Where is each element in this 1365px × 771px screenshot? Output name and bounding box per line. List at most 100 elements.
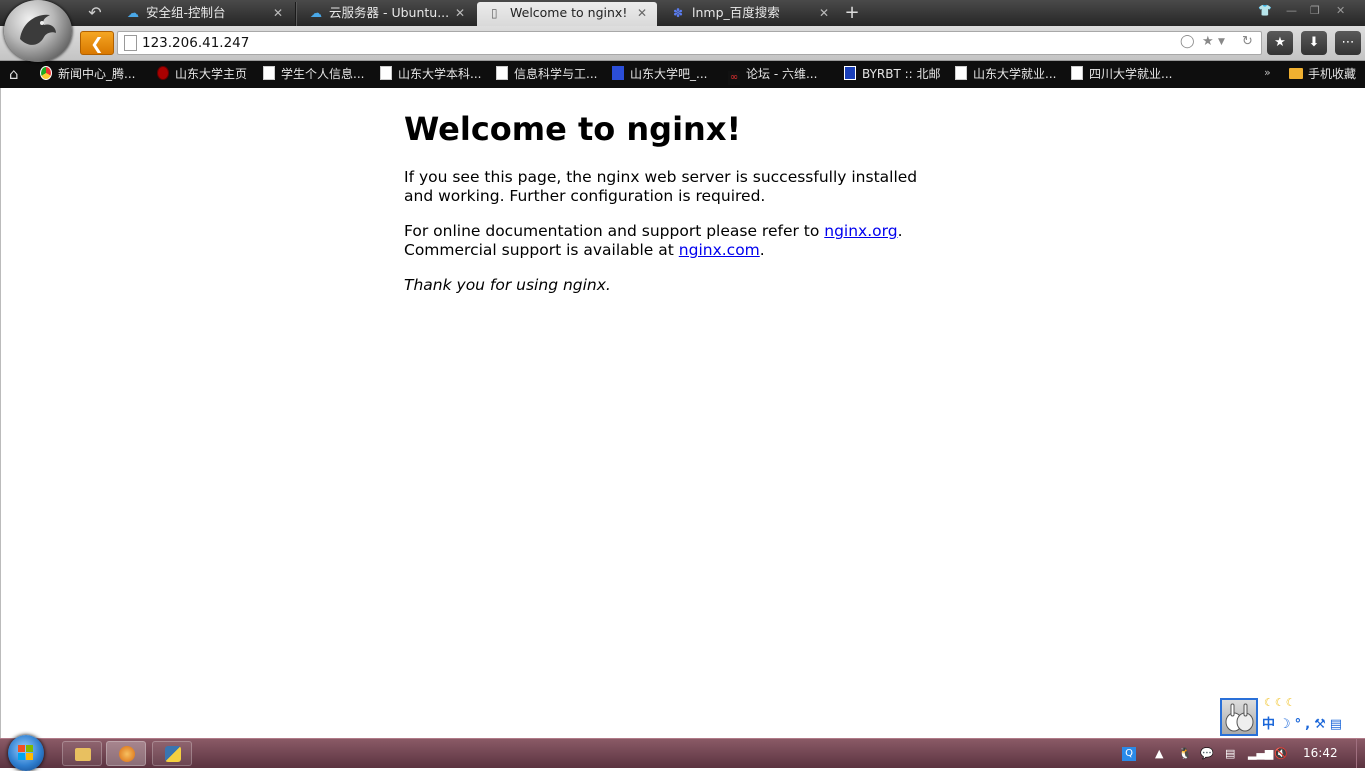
tab-label: Welcome to nginx! <box>510 5 628 20</box>
bookmark-label: 论坛 - 六维... <box>746 67 818 81</box>
network-icon[interactable]: ▂▄▆ <box>1248 739 1273 768</box>
wechat-tray-icon[interactable]: 💬 <box>1200 739 1214 768</box>
bookmark-label: 新闻中心_腾... <box>58 67 136 81</box>
maximize-button[interactable]: ❐ <box>1310 2 1320 20</box>
tab-label: 云服务器 - Ubuntu... <box>329 5 450 20</box>
page-icon: ▯ <box>491 6 498 20</box>
tab-strip: ↶ ☁ 安全组-控制台 ✕ ☁ 云服务器 - Ubuntu... ✕ ▯ Welcom… <box>0 0 1365 26</box>
refresh-icon[interactable]: ↻ <box>1242 34 1253 49</box>
bookmark-item[interactable]: 四川大学就业... <box>1071 61 1172 88</box>
ime-moon-icons: ☾☾☾ <box>1264 696 1297 709</box>
page-icon <box>263 66 275 80</box>
python-icon <box>165 746 181 762</box>
windows-logo-icon <box>18 745 34 761</box>
ime-toolbar[interactable]: ☾☾☾ 中☽°,⚒▤ <box>1220 696 1365 738</box>
baidu-paw-icon: ✽ <box>673 6 684 20</box>
more-bookmarks-icon[interactable]: » <box>1264 59 1271 86</box>
bookmark-item[interactable]: 山东大学吧_... <box>612 61 707 88</box>
qq-tray-icon[interactable]: 🐧 <box>1178 739 1192 768</box>
cheetah-icon <box>20 14 56 45</box>
nginx-com-link[interactable]: nginx.com <box>679 241 760 259</box>
ime-avatar[interactable] <box>1220 698 1258 736</box>
bookmark-label: 学生个人信息... <box>281 67 365 81</box>
browser-logo[interactable] <box>4 0 72 62</box>
address-bar[interactable]: ◯ ★ ▼ ↻ <box>117 31 1262 55</box>
qq-browser-tray-icon[interactable]: Q <box>1122 739 1136 768</box>
six-dimension-icon: ∞ <box>728 71 740 85</box>
clipboard-tray-icon[interactable]: ▤ <box>1225 739 1235 768</box>
ime-mode-bar[interactable]: 中☽°,⚒▤ <box>1262 716 1365 734</box>
minimize-button[interactable]: — <box>1286 2 1297 20</box>
page-viewport: Welcome to nginx! If you see this page, … <box>0 88 1365 738</box>
show-hidden-icons[interactable]: ▲ <box>1155 739 1163 768</box>
install-message: If you see this page, the nginx web serv… <box>404 168 918 205</box>
menu-button[interactable]: ⋯ <box>1335 31 1361 55</box>
bookmark-label: 四川大学就业... <box>1089 67 1173 81</box>
page-icon <box>955 66 967 80</box>
back-button[interactable]: ❮ <box>80 31 114 55</box>
home-icon[interactable]: ⌂ <box>9 61 19 88</box>
bookmark-label: 山东大学就业... <box>973 67 1057 81</box>
tab-label: 安全组-控制台 <box>146 5 226 20</box>
tab-security-group[interactable]: ☁ 安全组-控制台 ✕ <box>113 2 293 26</box>
favorites-button[interactable]: ★ <box>1267 31 1293 55</box>
url-input[interactable] <box>142 34 1142 52</box>
nginx-org-link[interactable]: nginx.org <box>824 222 897 240</box>
university-seal-icon <box>157 66 169 80</box>
taskbar-explorer[interactable] <box>62 741 102 766</box>
page-icon <box>1071 66 1083 80</box>
bookmark-item[interactable]: ∞ 论坛 - 六维... <box>728 61 817 88</box>
close-icon[interactable]: ✕ <box>637 2 647 24</box>
bookmark-item[interactable]: 山东大学主页 <box>157 61 247 88</box>
rabbit-icon <box>1225 703 1254 732</box>
bookmark-label: 信息科学与工... <box>514 67 598 81</box>
bookmark-label: 山东大学主页 <box>175 67 248 81</box>
page-heading: Welcome to nginx! <box>404 110 742 148</box>
show-desktop-button[interactable] <box>1356 739 1365 768</box>
bookmark-item[interactable]: 新闻中心_腾... <box>40 61 135 88</box>
tab-cloud-server[interactable]: ☁ 云服务器 - Ubuntu... ✕ <box>295 2 475 26</box>
undo-close-tab-button[interactable]: ↶ <box>82 2 108 24</box>
bookmark-item[interactable]: 学生个人信息... <box>263 61 364 88</box>
bookmarks-bar: ⌂ 新闻中心_腾... 山东大学主页 学生个人信息... 山东大学本科... 信… <box>0 61 1365 88</box>
new-tab-button[interactable]: + <box>842 2 862 24</box>
bookmark-item[interactable]: 信息科学与工... <box>496 61 597 88</box>
close-window-button[interactable]: ✕ <box>1336 2 1345 20</box>
skin-icon[interactable]: 👕 <box>1258 2 1272 20</box>
close-icon[interactable]: ✕ <box>273 2 283 24</box>
thanks-message: Thank you for using nginx. <box>404 276 611 294</box>
bookmark-item[interactable]: 山东大学就业... <box>955 61 1056 88</box>
clock[interactable]: 16:42 <box>1303 739 1338 768</box>
ime-chinese-mode[interactable]: 中 <box>1262 717 1279 732</box>
start-button[interactable] <box>8 735 44 771</box>
address-toolbar: ❮ ◯ ★ ▼ ↻ ★ ⬇ ⋯ <box>0 26 1365 61</box>
folder-label: 手机收藏 <box>1308 67 1357 81</box>
download-button[interactable]: ⬇ <box>1301 31 1327 55</box>
bookmark-item[interactable]: 山东大学本科... <box>380 61 481 88</box>
folder-icon <box>1289 68 1303 79</box>
close-icon[interactable]: ✕ <box>455 2 465 24</box>
windows-taskbar: Q ▲ 🐧 💬 ▤ ▂▄▆ 🔇 16:42 <box>0 735 1365 771</box>
bookmark-label: 山东大学吧_... <box>630 67 708 81</box>
page-icon <box>496 66 508 80</box>
cloud-icon: ☁ <box>127 6 139 20</box>
tab-welcome-nginx[interactable]: ▯ Welcome to nginx! ✕ <box>477 2 657 26</box>
bookmark-label: BYRBT :: 北邮 <box>862 67 941 81</box>
taskbar-browser[interactable] <box>106 741 146 766</box>
favorite-star-icon[interactable]: ★ <box>1202 34 1214 49</box>
tab-label: lnmp_百度搜索 <box>692 5 780 20</box>
chrome-icon <box>40 66 52 80</box>
folder-icon <box>75 748 91 761</box>
chevron-down-icon[interactable]: ▼ <box>1218 37 1225 47</box>
page-icon <box>124 35 137 51</box>
volume-muted-icon[interactable]: 🔇 <box>1274 739 1288 768</box>
security-icon[interactable]: ◯ <box>1180 34 1195 49</box>
mobile-favorites-folder[interactable]: 手机收藏 <box>1289 61 1356 88</box>
nginx-welcome: Welcome to nginx! If you see this page, … <box>404 98 924 311</box>
page-icon <box>380 66 392 80</box>
cheetah-browser-icon <box>119 746 135 762</box>
close-icon[interactable]: ✕ <box>819 2 829 24</box>
bookmark-item[interactable]: BYRBT :: 北邮 <box>844 61 941 88</box>
taskbar-python[interactable] <box>152 741 192 766</box>
tab-lnmp-baidu[interactable]: ✽ lnmp_百度搜索 ✕ <box>659 2 839 26</box>
